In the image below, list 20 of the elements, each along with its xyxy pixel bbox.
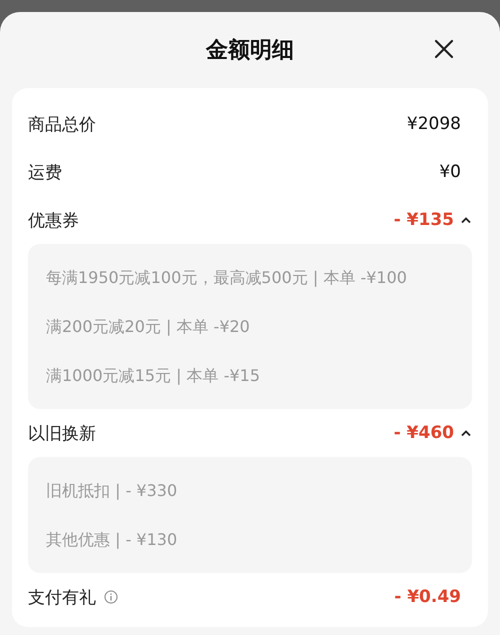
detail-line: 满200元减20元 | 本单 -¥20	[46, 316, 251, 338]
amount: - ¥460	[394, 423, 454, 443]
caret-icon[interactable]	[460, 216, 472, 224]
detail-line: 旧机抵扣 | - ¥330	[46, 480, 178, 502]
amount: ¥2098	[406, 114, 461, 134]
amount: - ¥0.49	[394, 587, 461, 607]
row-label: 运费	[28, 162, 62, 184]
close-icon[interactable]	[434, 39, 454, 59]
row-label: 商品总价	[28, 114, 96, 136]
row-label: 支付有礼	[28, 586, 96, 608]
amount: ¥0	[439, 162, 461, 182]
info-icon[interactable]	[104, 590, 118, 604]
row-label: 优惠券	[28, 210, 79, 232]
row-label: 以旧换新	[28, 422, 96, 444]
detail-line: 其他优惠 | - ¥130	[46, 529, 178, 551]
detail-line: 满1000元减15元 | 本单 -¥15	[46, 365, 262, 387]
sheet-title: 金额明细	[206, 37, 294, 65]
amount: - ¥135	[394, 210, 454, 230]
caret-icon[interactable]	[460, 429, 472, 437]
detail-line: 每满1950元减100元，最高减500元 | 本单 -¥100	[46, 267, 408, 289]
